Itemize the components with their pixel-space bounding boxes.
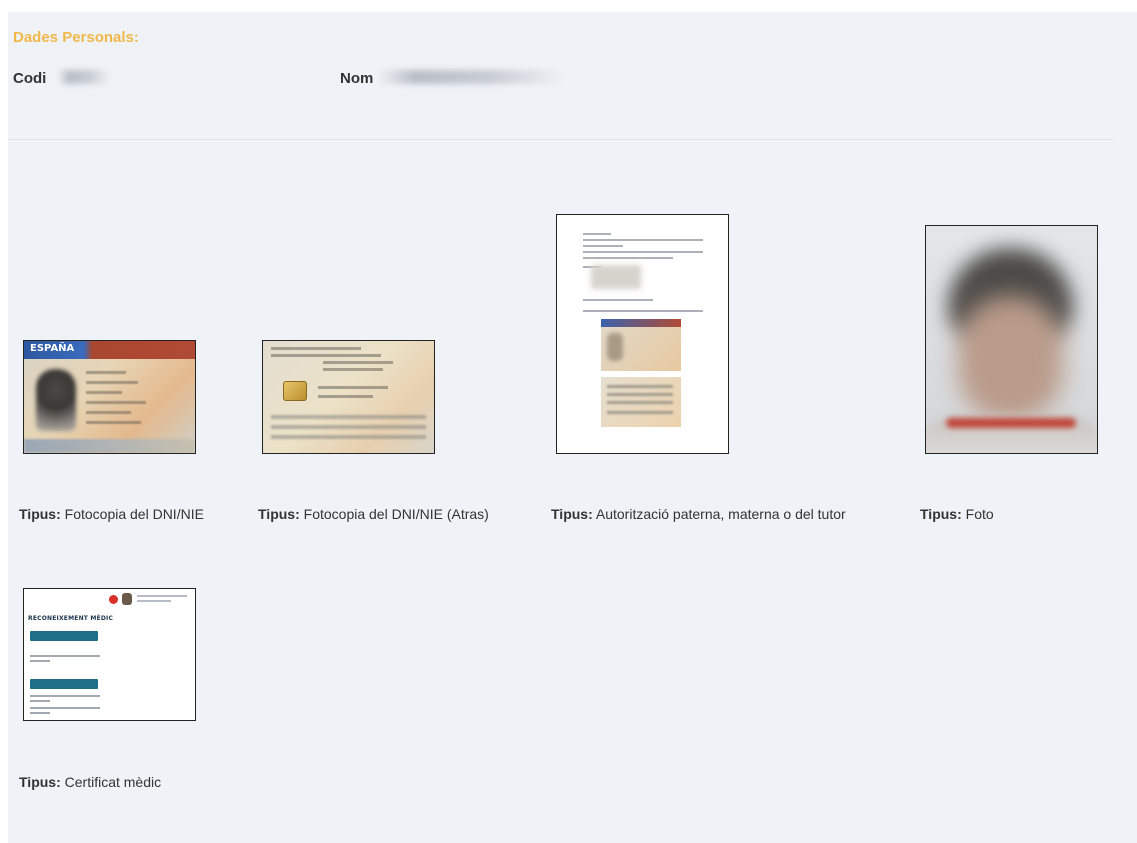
doc-text-line — [583, 239, 703, 241]
document-type-caption: Tipus: Autorització paterna, materna o d… — [551, 506, 846, 522]
id-card-header: ESPAÑA — [24, 341, 195, 359]
doc-text-line — [583, 310, 703, 312]
document-type-caption: Tipus: Foto — [920, 506, 994, 522]
name-value-redacted — [378, 70, 563, 84]
app-logo-icon — [109, 595, 118, 604]
photo-collar — [946, 418, 1076, 428]
doc-text-line — [583, 233, 611, 235]
doc-text-line — [583, 245, 623, 247]
doc-text-line — [30, 712, 50, 714]
photo-face-blurred — [958, 296, 1063, 421]
doc-text-line — [30, 660, 50, 662]
id-card-text-line — [86, 401, 146, 404]
doc-text-line — [30, 695, 100, 697]
portrait-photo-thumbnail[interactable] — [925, 225, 1098, 454]
avatar — [122, 593, 132, 605]
id-card-text-line — [86, 391, 122, 394]
doc-text-line — [137, 595, 187, 597]
name-label: Nom — [340, 70, 374, 87]
medical-certificate-thumbnail[interactable]: RECONEIXEMENT MÈDIC — [23, 588, 196, 721]
doc-text-line — [30, 707, 100, 709]
id-card-front-thumbnail[interactable]: ESPAÑA — [23, 340, 196, 454]
doc-text-line — [583, 257, 673, 259]
med-button — [30, 679, 98, 689]
id-card-text-line — [318, 395, 373, 398]
code-value-redacted — [58, 70, 110, 84]
authorization-document-thumbnail[interactable] — [556, 214, 729, 454]
mrz-line — [271, 425, 426, 429]
id-card-text-line — [318, 386, 388, 389]
doc-text-line — [30, 655, 100, 657]
id-card-text-line — [86, 411, 131, 414]
document-type-caption: Tipus: Certificat mèdic — [19, 774, 162, 790]
code-label: Codi — [13, 70, 47, 87]
id-card-text-line — [86, 421, 141, 424]
med-button — [30, 631, 98, 641]
id-card-text-line — [86, 381, 138, 384]
personal-data-heading: Dades Personals: — [13, 29, 139, 46]
document-panel: Dades Personals: Codi Nom ESPAÑA Tipus: … — [8, 12, 1137, 843]
doc-text-line — [137, 600, 171, 602]
id-card-text-line — [86, 371, 126, 374]
id-card-back-thumbnail[interactable] — [262, 340, 435, 454]
document-type-caption: Tipus: Fotocopia del DNI/NIE (Atras) — [258, 506, 489, 522]
signature-redacted — [591, 265, 641, 289]
doc-text-line — [583, 299, 653, 301]
doc-text-line — [30, 700, 50, 702]
document-type-caption: Tipus: Fotocopia del DNI/NIE — [19, 506, 204, 522]
embedded-id-front — [601, 319, 681, 371]
id-card-text-line — [271, 354, 381, 357]
embedded-id-back — [601, 377, 681, 427]
id-card-photo — [36, 369, 76, 431]
doc-text-line — [583, 251, 703, 253]
id-card-text-line — [323, 368, 383, 371]
id-card-text-line — [271, 347, 361, 350]
section-divider — [8, 139, 1113, 140]
id-card-footer — [24, 439, 195, 453]
medical-title: RECONEIXEMENT MÈDIC — [28, 615, 114, 622]
id-card-text-line — [323, 361, 393, 364]
mrz-line — [271, 435, 426, 439]
chip-icon — [283, 381, 307, 401]
mrz-line — [271, 415, 426, 419]
